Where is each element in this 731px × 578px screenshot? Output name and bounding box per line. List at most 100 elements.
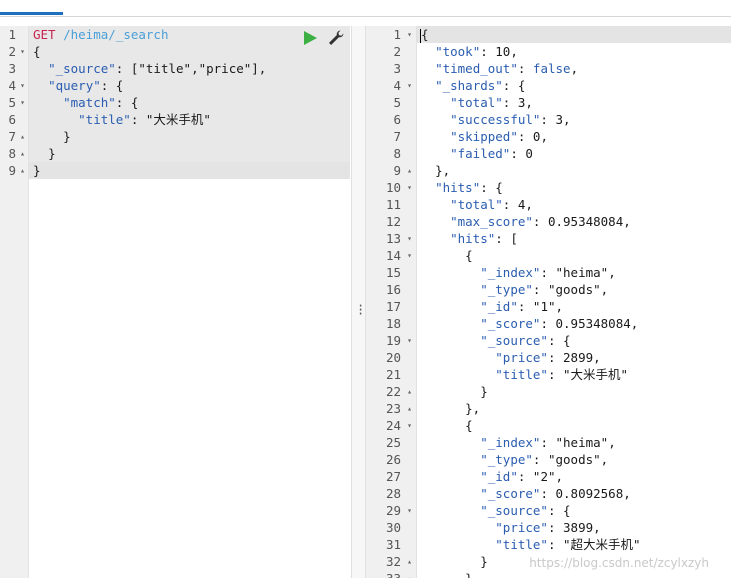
response-line-number-text: 4: [393, 78, 401, 93]
response-line-number-text: 19: [385, 333, 401, 348]
request-fold-toggle[interactable]: ▴: [20, 162, 25, 179]
response-code-line[interactable]: "successful": 3,: [417, 111, 731, 128]
response-line-number-text: 23: [385, 401, 401, 416]
response-code-line[interactable]: "hits": {: [417, 179, 731, 196]
response-line-number: 15: [366, 264, 416, 281]
response-line-number: 13 ▾: [366, 230, 416, 247]
response-fold-toggle[interactable]: ▴: [407, 400, 412, 417]
response-code-line[interactable]: "took": 10,: [417, 43, 731, 60]
response-line-number-text: 21: [385, 367, 401, 382]
response-code-line[interactable]: "_id": "1",: [417, 298, 731, 315]
response-line-number-text: 10: [385, 180, 401, 195]
pane-splitter[interactable]: · · ·: [351, 26, 366, 578]
wrench-icon[interactable]: [327, 29, 345, 47]
response-line-number: 19 ▾: [366, 332, 416, 349]
response-line-number: 25: [366, 434, 416, 451]
response-code-line[interactable]: "skipped": 0,: [417, 128, 731, 145]
response-line-number-text: 5: [393, 95, 401, 110]
response-line-number-text: 25: [385, 435, 401, 450]
response-fold-toggle[interactable]: ▾: [407, 26, 412, 43]
response-code-line[interactable]: {: [417, 417, 731, 434]
request-fold-toggle[interactable]: ▴: [20, 145, 25, 162]
response-fold-toggle[interactable]: ▾: [407, 247, 412, 264]
response-code-line[interactable]: "_source": {: [417, 332, 731, 349]
response-line-number-text: 13: [385, 231, 401, 246]
response-fold-toggle[interactable]: ▾: [407, 417, 412, 434]
response-line-number: 33 ▴: [366, 570, 416, 578]
vertical-dots-icon[interactable]: · · ·: [357, 300, 364, 320]
response-line-number: 26: [366, 451, 416, 468]
request-code-area[interactable]: GET /heima/_search{ "_source": ["title",…: [29, 26, 350, 578]
request-fold-toggle[interactable]: ▴: [20, 128, 25, 145]
response-fold-toggle[interactable]: ▾: [407, 502, 412, 519]
response-code-line[interactable]: }: [417, 383, 731, 400]
request-code-line[interactable]: "_source": ["title","price"],: [29, 60, 350, 77]
request-code-line[interactable]: "match": {: [29, 94, 350, 111]
request-line-number: 6: [0, 111, 28, 128]
response-code-line[interactable]: "_type": "goods",: [417, 281, 731, 298]
request-line-number-text: 8: [8, 146, 16, 161]
response-code-line[interactable]: "_id": "2",: [417, 468, 731, 485]
request-line-number-text: 5: [8, 95, 16, 110]
request-fold-toggle[interactable]: ▾: [20, 94, 25, 111]
response-code-line[interactable]: "total": 4,: [417, 196, 731, 213]
request-line-number: 1: [0, 26, 28, 43]
response-code-line[interactable]: "price": 3899,: [417, 519, 731, 536]
response-code-line[interactable]: "_index": "heima",: [417, 434, 731, 451]
response-line-number-text: 32: [385, 554, 401, 569]
response-code-line[interactable]: "title": "超大米手机": [417, 536, 731, 553]
request-fold-toggle[interactable]: ▾: [20, 77, 25, 94]
response-viewer[interactable]: 1 ▾ 2 3 4 ▾ 5 6 7 8 9 ▴ 10 ▾ 11 12 13 ▾ 14 ▾ 15 16 17 18 19 ▾ 20 21…: [366, 26, 731, 578]
response-fold-toggle[interactable]: ▴: [407, 383, 412, 400]
response-code-line[interactable]: "total": 3,: [417, 94, 731, 111]
response-code-line[interactable]: "failed": 0: [417, 145, 731, 162]
response-line-number: 28: [366, 485, 416, 502]
response-line-number: 23 ▴: [366, 400, 416, 417]
play-icon[interactable]: [302, 30, 318, 46]
response-code-line[interactable]: "_score": 0.95348084,: [417, 315, 731, 332]
response-line-number: 1 ▾: [366, 26, 416, 43]
response-code-line[interactable]: "_source": {: [417, 502, 731, 519]
request-editor[interactable]: 1 2 ▾ 3 4 ▾ 5 ▾ 6 7 ▴ 8 ▴ 9 ▴ GET /heima/_search{ "_so…: [0, 26, 350, 578]
response-code-line[interactable]: },: [417, 162, 731, 179]
request-code-line[interactable]: "query": {: [29, 77, 350, 94]
response-code-line[interactable]: },: [417, 570, 731, 578]
response-line-number-text: 11: [385, 197, 401, 212]
response-line-number-text: 3: [393, 61, 401, 76]
request-line-number: 5 ▾: [0, 94, 28, 111]
response-code-line[interactable]: "max_score": 0.95348084,: [417, 213, 731, 230]
response-code-line[interactable]: "_index": "heima",: [417, 264, 731, 281]
request-code-line[interactable]: }: [29, 128, 350, 145]
response-line-number: 29 ▾: [366, 502, 416, 519]
response-code-line[interactable]: },: [417, 400, 731, 417]
response-code-line[interactable]: "hits": [: [417, 230, 731, 247]
response-code-line[interactable]: "price": 2899,: [417, 349, 731, 366]
response-code-line[interactable]: "timed_out": false,: [417, 60, 731, 77]
response-fold-toggle[interactable]: ▾: [407, 179, 412, 196]
response-line-number-text: 15: [385, 265, 401, 280]
response-code-line[interactable]: {: [417, 26, 731, 43]
response-fold-toggle[interactable]: ▾: [407, 332, 412, 349]
request-code-line[interactable]: "title": "大米手机": [29, 111, 350, 128]
request-code-line[interactable]: }: [29, 162, 350, 179]
request-line-number-text: 2: [8, 44, 16, 59]
response-code-line[interactable]: {: [417, 247, 731, 264]
response-line-number: 5: [366, 94, 416, 111]
request-line-number-text: 6: [8, 112, 16, 127]
response-fold-toggle[interactable]: ▴: [407, 162, 412, 179]
response-code-line[interactable]: "title": "大米手机": [417, 366, 731, 383]
response-line-number-text: 33: [386, 570, 401, 578]
response-line-number-text: 16: [385, 282, 401, 297]
response-fold-toggle[interactable]: ▴: [407, 570, 412, 578]
response-fold-toggle[interactable]: ▾: [407, 77, 412, 94]
response-fold-toggle[interactable]: ▾: [407, 230, 412, 247]
response-code-area[interactable]: { "took": 10, "timed_out": false, "_shar…: [417, 26, 731, 578]
request-fold-toggle[interactable]: ▾: [20, 43, 25, 60]
watermark: https://blog.csdn.net/zcylxzyh: [529, 556, 709, 570]
response-fold-toggle[interactable]: ▴: [407, 553, 412, 570]
request-line-number: 3: [0, 60, 28, 77]
response-code-line[interactable]: "_score": 0.8092568,: [417, 485, 731, 502]
request-code-line[interactable]: }: [29, 145, 350, 162]
response-code-line[interactable]: "_type": "goods",: [417, 451, 731, 468]
response-code-line[interactable]: "_shards": {: [417, 77, 731, 94]
